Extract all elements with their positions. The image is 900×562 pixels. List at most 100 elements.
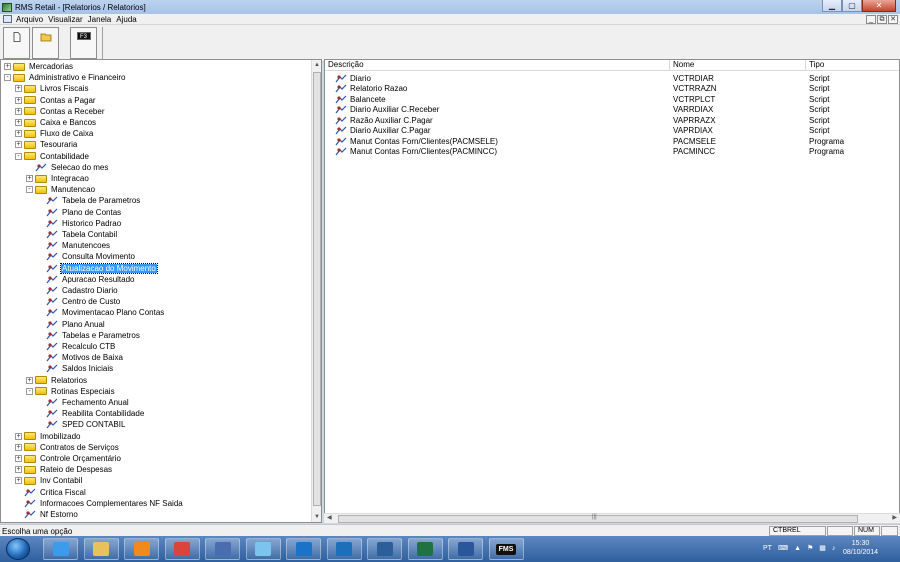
scroll-down-arrow[interactable]: ▼ bbox=[312, 512, 322, 522]
tree-item[interactable]: Consulta Movimento bbox=[46, 251, 136, 262]
tree-item[interactable]: + Relatorios bbox=[26, 375, 88, 386]
taskbar-app-button[interactable] bbox=[367, 538, 402, 560]
tree-item[interactable]: Selecao do mes bbox=[35, 162, 109, 173]
expand-icon[interactable]: + bbox=[15, 477, 22, 485]
collapse-icon[interactable]: - bbox=[15, 152, 22, 160]
minimize-button[interactable]: ▁ bbox=[822, 0, 842, 12]
tree-item[interactable]: SPED CONTABIL bbox=[46, 419, 126, 430]
scroll-right-arrow[interactable]: ▶ bbox=[892, 514, 897, 521]
expand-icon[interactable]: + bbox=[15, 119, 22, 126]
tree-item[interactable]: Cadastro Diario bbox=[46, 285, 119, 296]
expand-icon[interactable]: + bbox=[26, 175, 33, 182]
list-row[interactable]: Diario Auxiliar C.Pagar VAPRDIAX Script bbox=[325, 126, 899, 136]
tree-item[interactable]: + Contratos de Serviços bbox=[15, 442, 120, 453]
volume-icon[interactable]: ♪ bbox=[832, 545, 836, 552]
tree-item[interactable]: Plano Anual bbox=[46, 319, 106, 330]
tree-item[interactable]: Apuracao Resultado bbox=[46, 274, 136, 285]
tree-item[interactable]: + Mercadorias bbox=[4, 61, 74, 72]
keyboard-icon[interactable]: ⌨ bbox=[778, 544, 788, 552]
menu-visualizar[interactable]: Visualizar bbox=[48, 15, 88, 24]
mdi-close-button[interactable]: ✕ bbox=[888, 15, 898, 24]
tree-item[interactable]: Tabela Contabil bbox=[46, 229, 118, 240]
tree-item[interactable]: Centro de Custo bbox=[46, 296, 121, 307]
list-row[interactable]: Diario Auxiliar C.Receber VARRDIAX Script bbox=[325, 105, 899, 115]
mdi-minimize-button[interactable]: _ bbox=[866, 15, 876, 24]
tree-item[interactable]: Movimentacao Plano Contas bbox=[46, 307, 165, 318]
taskbar-app-button[interactable] bbox=[43, 538, 78, 560]
tree-item[interactable]: Manutencoes bbox=[46, 240, 111, 251]
tree-item[interactable]: Reabilita Contabilidade bbox=[46, 408, 145, 419]
column-header-tipo[interactable]: Tipo bbox=[806, 60, 899, 71]
hscroll-thumb[interactable] bbox=[338, 515, 858, 523]
tree-item[interactable]: Recalculo CTB bbox=[46, 341, 116, 352]
f3-button[interactable]: F3 bbox=[70, 27, 97, 59]
taskbar-app-button[interactable] bbox=[83, 538, 119, 560]
expand-icon[interactable]: + bbox=[15, 141, 22, 149]
collapse-icon[interactable]: - bbox=[4, 74, 11, 82]
taskbar-app-button[interactable] bbox=[286, 538, 321, 560]
tree-item[interactable]: - Contabilidade bbox=[15, 151, 90, 162]
show-hidden-icons-icon[interactable]: ▲ bbox=[794, 545, 801, 552]
expand-icon[interactable]: + bbox=[15, 107, 22, 115]
scroll-left-arrow[interactable]: ◀ bbox=[327, 514, 332, 521]
scroll-thumb[interactable] bbox=[313, 72, 321, 506]
scroll-up-arrow[interactable]: ▲ bbox=[312, 60, 322, 70]
expand-icon[interactable]: + bbox=[4, 63, 11, 70]
expand-icon[interactable]: + bbox=[15, 96, 22, 104]
expand-icon[interactable]: + bbox=[15, 455, 22, 462]
taskbar-app-button[interactable] bbox=[205, 538, 240, 560]
list-row[interactable]: Diario VCTRDIAR Script bbox=[325, 73, 899, 83]
list-row[interactable]: Manut Contas Forn/Clientes(PACMSELE) PACM… bbox=[325, 136, 899, 146]
taskbar-app-button[interactable] bbox=[448, 538, 483, 560]
list-row[interactable]: Manut Contas Forn/Clientes(PACMINCC) PACM… bbox=[325, 147, 899, 157]
report-list[interactable]: Descrição Nome Tipo Diario VCTRDIAR Script… bbox=[324, 59, 900, 523]
list-row[interactable]: Relatorio Razao VCTRRAZN Script bbox=[325, 84, 899, 94]
tree-item[interactable]: - Rotinas Especiais bbox=[26, 386, 116, 397]
title-bar[interactable]: RMS Retail - [Relatorios / Relatorios] ▁… bbox=[0, 0, 900, 14]
expand-icon[interactable]: + bbox=[15, 443, 22, 451]
tree-item[interactable]: - Manutencao bbox=[26, 184, 96, 195]
taskbar-app-button[interactable]: FMS bbox=[488, 538, 524, 560]
open-button[interactable] bbox=[32, 27, 59, 59]
tree-item[interactable]: + Fluxo de Caixa bbox=[15, 128, 94, 139]
expand-icon[interactable]: + bbox=[15, 432, 22, 440]
maximize-button[interactable]: ▢ bbox=[842, 0, 862, 12]
tree-item[interactable]: - Administrativo e Financeiro bbox=[4, 72, 126, 83]
tree-item[interactable]: + Integracao bbox=[26, 173, 90, 184]
menu-arquivo[interactable]: Arquivo bbox=[16, 15, 48, 24]
tree-item[interactable]: + Livros Fiscais bbox=[15, 83, 89, 94]
tree-item[interactable]: Saldos Iniciais bbox=[46, 363, 114, 374]
taskbar-app-button[interactable] bbox=[164, 538, 200, 560]
menu-ajuda[interactable]: Ajuda bbox=[116, 15, 141, 24]
list-horizontal-scrollbar[interactable]: ◀ ||| ▶ bbox=[324, 513, 900, 523]
tree-item[interactable]: Informacoes Complementares NF Saida bbox=[24, 498, 184, 509]
tree-item[interactable]: Fechamento Anual bbox=[46, 397, 130, 408]
list-row[interactable]: Razão Auxiliar C.Pagar VAPRRAZX Script bbox=[325, 115, 899, 125]
expand-icon[interactable]: + bbox=[4, 522, 11, 523]
tree-item[interactable]: + Controle Orçamentário bbox=[15, 453, 122, 464]
start-button[interactable] bbox=[6, 538, 30, 560]
new-button[interactable] bbox=[3, 27, 30, 59]
tree-item[interactable]: Nf Estorno bbox=[24, 509, 79, 520]
column-header-descricao[interactable]: Descrição bbox=[325, 60, 670, 71]
tree-item[interactable]: + Caixa e Bancos bbox=[15, 117, 97, 128]
taskbar-app-button[interactable] bbox=[124, 538, 159, 560]
tree-item[interactable]: Motivos de Baixa bbox=[46, 352, 124, 363]
list-row[interactable]: Balancete VCTRPLCT Script bbox=[325, 94, 899, 104]
menu-tree[interactable]: + Mercadorias - Administrativo e Financeiro… bbox=[0, 59, 322, 523]
tree-item[interactable]: + Contas a Receber bbox=[15, 106, 105, 117]
network-tray-icon[interactable]: ▦ bbox=[819, 544, 826, 552]
expand-icon[interactable]: + bbox=[15, 85, 22, 93]
flag-icon[interactable]: ⚑ bbox=[807, 544, 813, 552]
taskbar-app-button[interactable] bbox=[326, 538, 362, 560]
column-header-nome[interactable]: Nome bbox=[670, 60, 806, 71]
taskbar-app-button[interactable] bbox=[407, 538, 443, 560]
language-indicator[interactable]: PT bbox=[763, 545, 772, 552]
close-button[interactable]: ✕ bbox=[862, 0, 896, 12]
tree-item[interactable]: + Cli... bbox=[4, 520, 46, 523]
taskbar-app-button[interactable] bbox=[245, 538, 281, 560]
mdi-window-icon[interactable] bbox=[3, 15, 12, 23]
tree-item[interactable]: + Contas a Pagar bbox=[15, 95, 97, 106]
collapse-icon[interactable]: - bbox=[26, 387, 33, 395]
collapse-icon[interactable]: - bbox=[26, 186, 33, 194]
